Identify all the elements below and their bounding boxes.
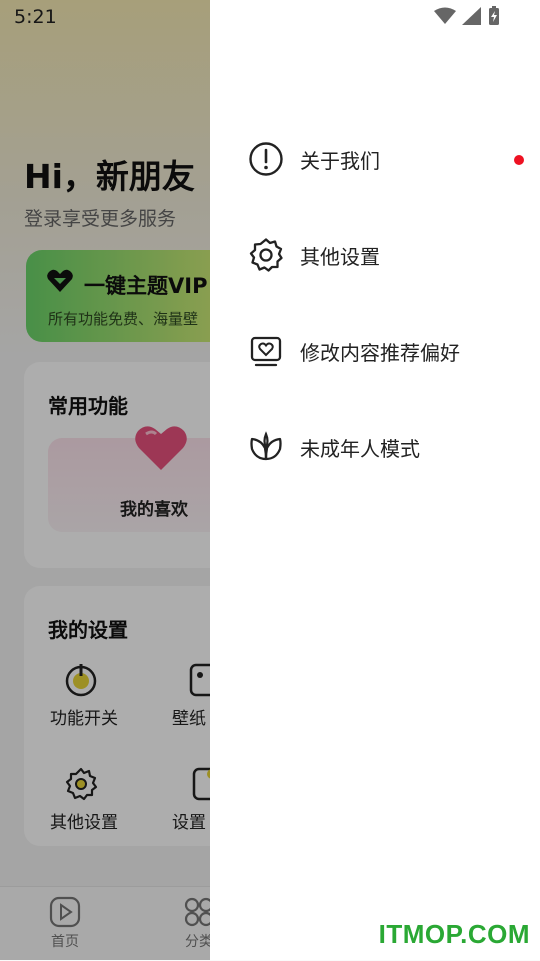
- menu-item-other-settings[interactable]: 其他设置: [248, 230, 538, 280]
- watermark: ITMOP.COM: [378, 919, 530, 949]
- drawer-scrim[interactable]: [0, 0, 210, 960]
- menu-item-label: 其他设置: [300, 244, 380, 269]
- info-icon: [249, 142, 283, 176]
- menu-item-label: 修改内容推荐偏好: [300, 340, 460, 365]
- gear-icon: [249, 238, 283, 272]
- notification-dot: [514, 155, 524, 165]
- sprout-icon: [250, 431, 282, 461]
- battery-charging-icon: [489, 6, 499, 25]
- tv-heart-icon: [250, 336, 282, 367]
- signal-icon: [462, 7, 481, 25]
- menu-item-recommendation-preferences[interactable]: 修改内容推荐偏好: [248, 326, 538, 376]
- side-drawer: 关于我们 其他设置 修改内容推荐偏好 未成年人模式: [210, 0, 540, 960]
- menu-item-teen-mode[interactable]: 未成年人模式: [248, 422, 538, 472]
- menu-item-about-us[interactable]: 关于我们: [248, 134, 538, 184]
- wifi-icon: [434, 7, 456, 24]
- menu-item-label: 关于我们: [300, 148, 380, 173]
- menu-item-label: 未成年人模式: [300, 436, 420, 461]
- system-status-icons: [434, 6, 500, 26]
